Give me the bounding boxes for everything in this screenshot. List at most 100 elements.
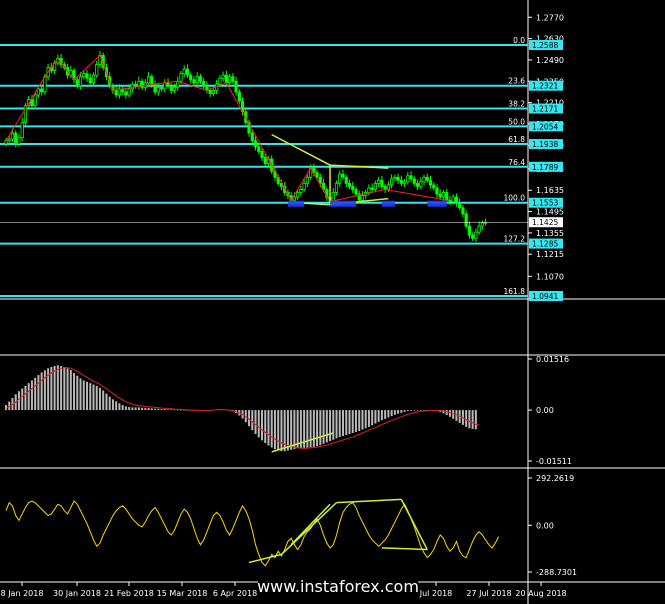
fib-price-label: 1.1789 xyxy=(532,163,558,172)
fib-ratio-label: 161.8 xyxy=(504,287,526,296)
candle-body xyxy=(40,88,44,93)
fib-ratio-label: 50.0 xyxy=(508,117,525,126)
macd-bar xyxy=(296,410,299,449)
date-tick-label: Jul 2018 xyxy=(419,589,453,598)
macd-bar xyxy=(358,410,361,431)
macd-bar xyxy=(322,410,325,444)
candle-body xyxy=(192,79,196,84)
macd-bar xyxy=(309,410,312,448)
cci-tick-label: 292.2619 xyxy=(536,474,574,483)
fib-price-label: 1.2171 xyxy=(532,105,558,114)
macd-bar xyxy=(380,410,383,421)
cci-tick-label: -288.7301 xyxy=(536,568,577,577)
candle-body xyxy=(134,83,138,87)
candle-body xyxy=(435,187,439,195)
macd-bar xyxy=(325,410,328,443)
macd-bar xyxy=(95,385,98,411)
candle-body xyxy=(137,80,141,87)
fib-price-label: 1.0941 xyxy=(532,292,558,301)
candle-body xyxy=(477,225,481,233)
macd-bar xyxy=(170,409,173,411)
candle-body xyxy=(150,76,154,85)
macd-bar xyxy=(27,383,30,411)
macd-bar xyxy=(335,410,338,439)
candle-body xyxy=(380,179,384,187)
date-tick-label: 6 Apr 2018 xyxy=(213,589,257,598)
price-tick-label: 1.1495 xyxy=(536,208,564,217)
candle-body xyxy=(409,175,413,180)
candle-body xyxy=(179,73,183,82)
candle-body xyxy=(130,83,134,90)
candle-body xyxy=(347,182,352,187)
date-tick-label: 27 Jul 2018 xyxy=(466,589,511,598)
macd-bar xyxy=(400,410,403,413)
support-zone xyxy=(287,200,305,207)
macd-bar xyxy=(124,406,127,411)
fib-ratio-label: 76.4 xyxy=(508,158,525,167)
fib-ratio-label: 0.0 xyxy=(513,36,525,45)
macd-bar xyxy=(66,368,69,411)
macd-bar xyxy=(413,410,416,411)
macd-bar xyxy=(361,410,364,430)
candle-body xyxy=(114,90,118,96)
macd-bar xyxy=(468,410,471,429)
candle-body xyxy=(231,76,235,82)
candle-body xyxy=(156,86,160,93)
macd-bar xyxy=(277,410,280,451)
candle-body xyxy=(454,196,459,204)
macd-bar xyxy=(371,410,374,426)
candle-body xyxy=(78,76,83,87)
macd-bar xyxy=(367,410,370,427)
macd-bar xyxy=(121,405,124,411)
candle-body xyxy=(7,138,11,142)
candle-body xyxy=(461,207,465,215)
candle-body xyxy=(14,132,18,145)
candle-body xyxy=(480,222,484,227)
macd-bar xyxy=(144,408,147,411)
candle-body xyxy=(263,157,267,164)
macd-bar xyxy=(147,408,150,411)
macd-bar xyxy=(348,410,351,435)
cci-divergence-line xyxy=(336,498,402,504)
macd-bar xyxy=(290,410,293,450)
macd-bar xyxy=(264,410,267,444)
fib-ratio-label: 100.0 xyxy=(504,194,526,203)
candle-body xyxy=(296,192,300,198)
candle-body xyxy=(250,132,254,142)
candle-body xyxy=(224,74,228,84)
macd-bar xyxy=(312,410,315,447)
candle-body xyxy=(373,182,378,190)
macd-tick-label: -0.01511 xyxy=(536,457,572,466)
cci-divergence-line xyxy=(280,502,338,555)
candle-body xyxy=(471,234,475,239)
candle-body xyxy=(227,76,232,84)
fib-price-label: 1.2054 xyxy=(532,122,558,131)
candle-body xyxy=(341,173,345,178)
candle-body xyxy=(467,225,471,236)
macd-bar xyxy=(364,410,367,429)
macd-bar xyxy=(173,409,176,411)
candle-body xyxy=(315,172,319,178)
candle-body xyxy=(474,231,478,239)
macd-bar xyxy=(17,391,20,411)
candle-body xyxy=(299,189,303,193)
annotation-upper xyxy=(271,133,389,169)
macd-bar xyxy=(316,410,319,447)
candle-body xyxy=(91,74,96,84)
macd-bar xyxy=(115,401,118,411)
candle-body xyxy=(10,132,15,140)
fib-ratio-label: 38.2 xyxy=(508,100,525,109)
candle-body xyxy=(432,184,436,189)
macd-bar xyxy=(163,409,166,411)
candle-body xyxy=(360,195,365,201)
candle-body xyxy=(185,68,190,76)
macd-bar xyxy=(419,410,422,411)
macd-bar xyxy=(448,410,451,417)
macd-bar xyxy=(393,410,396,415)
candle-body xyxy=(260,150,264,158)
candle-body xyxy=(302,182,306,190)
candle-body xyxy=(30,99,34,107)
candle-body xyxy=(33,94,37,107)
candle-body xyxy=(75,79,79,87)
candle-body xyxy=(441,192,446,198)
